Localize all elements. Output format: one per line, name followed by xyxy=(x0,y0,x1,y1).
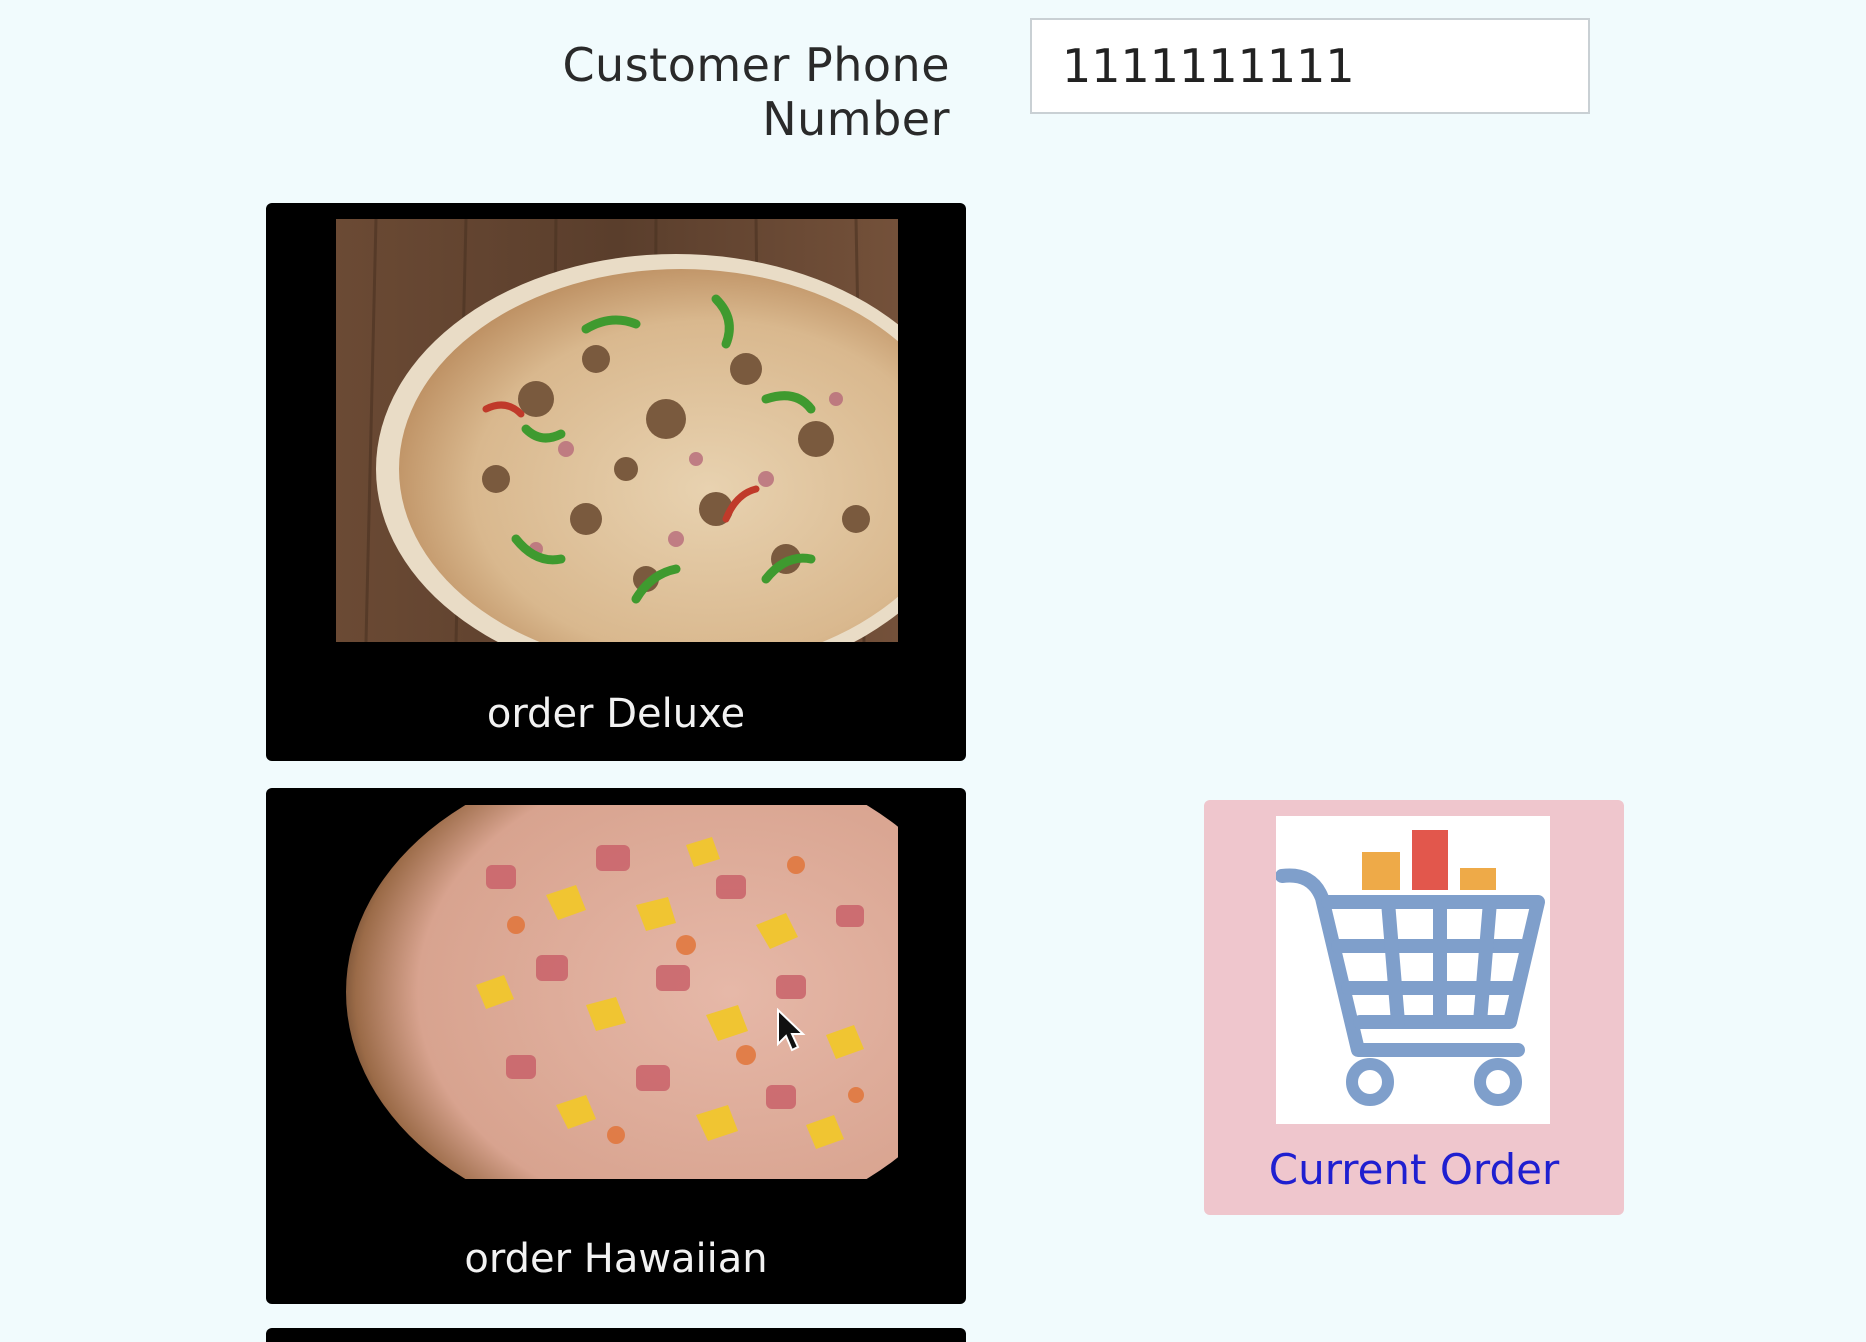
pizza-card-partial[interactable] xyxy=(266,1328,966,1342)
pizza-order-page: Customer Phone Number 1111111111 order D… xyxy=(0,0,1866,1342)
current-order-button[interactable]: Current Order xyxy=(1204,800,1624,1215)
order-deluxe-label: order Deluxe xyxy=(486,691,746,737)
phone-number-input[interactable] xyxy=(1030,18,1590,114)
current-order-label: Current Order xyxy=(1268,1145,1560,1194)
shopping-cart-icon xyxy=(1275,816,1550,1124)
order-hawaiian-button[interactable]: order Hawaiian xyxy=(266,788,966,1304)
order-deluxe-button[interactable]: order Deluxe xyxy=(266,203,966,761)
deluxe-pizza-image xyxy=(336,219,898,642)
mouse-cursor-icon xyxy=(777,1008,806,1052)
phone-number-label: Customer Phone Number xyxy=(562,38,950,146)
hawaiian-pizza-image xyxy=(336,805,898,1179)
order-hawaiian-label: order Hawaiian xyxy=(464,1236,768,1282)
